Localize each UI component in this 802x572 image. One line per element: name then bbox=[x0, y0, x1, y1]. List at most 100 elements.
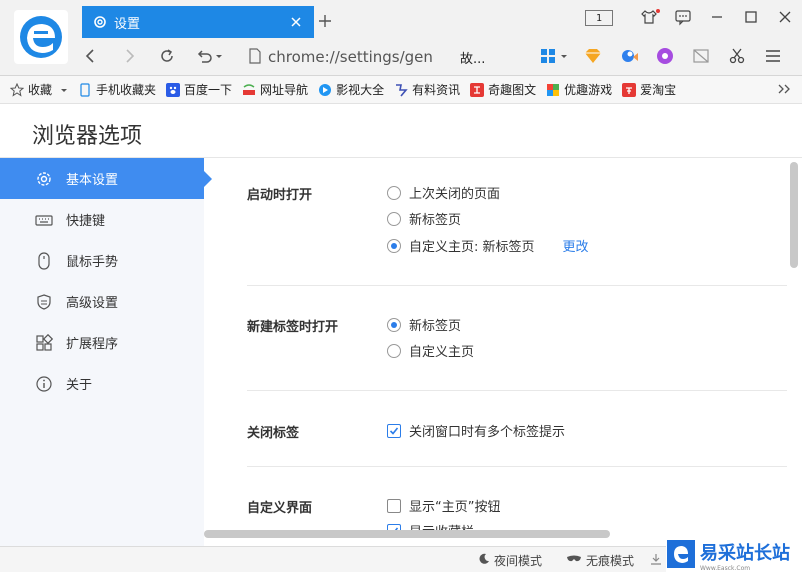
bookmark-item[interactable]: 奇趣图文 bbox=[470, 79, 536, 101]
gear-icon bbox=[92, 14, 108, 30]
star-icon bbox=[10, 82, 24, 97]
extension-button-2[interactable] bbox=[650, 42, 680, 72]
bookmark-item[interactable]: 爱淘宝 bbox=[622, 79, 676, 101]
video-icon bbox=[318, 83, 332, 97]
minimize-icon bbox=[710, 10, 724, 27]
phone-icon bbox=[78, 82, 92, 97]
change-link[interactable]: 更改 bbox=[563, 236, 589, 255]
option-label: 显示“主页”按钮 bbox=[409, 500, 501, 515]
sidebar-item-label: 扩展程序 bbox=[66, 337, 119, 352]
download-icon bbox=[650, 553, 662, 568]
title-bar: 设置 1 chrome://settings/gen 故... bbox=[0, 0, 802, 76]
maximize-button[interactable] bbox=[734, 3, 768, 33]
download-button[interactable] bbox=[650, 551, 662, 569]
bookmark-label: 优趣游戏 bbox=[564, 83, 613, 97]
bookmark-item[interactable]: 影视大全 bbox=[318, 79, 384, 101]
mask-icon bbox=[566, 553, 582, 567]
menu-icon bbox=[764, 48, 782, 67]
tab-settings[interactable]: 设置 bbox=[82, 6, 314, 38]
sidebar-item-label: 快捷键 bbox=[66, 214, 106, 229]
divider bbox=[247, 466, 787, 467]
feedback-button[interactable] bbox=[666, 3, 700, 33]
settings-sidebar: 基本设置 快捷键 鼠标手势 高级设置 扩展程序 关于 bbox=[0, 158, 212, 546]
gear-icon bbox=[34, 169, 54, 189]
notification-dot bbox=[656, 9, 660, 13]
sidebar-item-about[interactable]: 关于 bbox=[0, 363, 204, 404]
radio-button[interactable] bbox=[387, 185, 401, 200]
baidu-icon bbox=[166, 82, 181, 97]
skin-button[interactable] bbox=[632, 3, 666, 33]
checkbox-close-warning[interactable]: 关闭窗口时有多个标签提示 bbox=[387, 421, 565, 440]
checkbox-show-home[interactable]: 显示“主页”按钮 bbox=[387, 496, 500, 515]
divider bbox=[247, 390, 787, 391]
scissors-button[interactable] bbox=[722, 42, 752, 72]
undo-close-button[interactable] bbox=[190, 42, 230, 72]
keyboard-icon bbox=[34, 210, 54, 230]
news-icon bbox=[394, 83, 408, 97]
incognito-button[interactable]: 无痕模式 bbox=[566, 551, 634, 569]
night-mode-button[interactable]: 夜间模式 bbox=[478, 551, 542, 569]
back-button[interactable] bbox=[76, 42, 106, 72]
navigation-bar: chrome://settings/gen 故... bbox=[76, 38, 802, 76]
sidebar-item-basic[interactable]: 基本设置 bbox=[0, 158, 212, 199]
bookmark-label: 影视大全 bbox=[336, 83, 385, 97]
flower-icon bbox=[655, 46, 675, 69]
tab-title: 设置 bbox=[114, 16, 141, 32]
reload-button[interactable] bbox=[152, 42, 182, 72]
sidebar-item-advanced[interactable]: 高级设置 bbox=[0, 281, 204, 322]
info-icon bbox=[34, 374, 54, 394]
section-title: 启动时打开 bbox=[247, 188, 313, 203]
bookmark-item[interactable]: 手机收藏夹 bbox=[78, 79, 156, 101]
bookmark-item[interactable]: 百度一下 bbox=[166, 79, 232, 101]
watermark-text: 易采站长站 bbox=[700, 542, 790, 564]
screenshot-button[interactable] bbox=[686, 42, 716, 72]
radio-newtab-blank[interactable]: 新标签页 bbox=[387, 315, 461, 334]
checkbox[interactable] bbox=[387, 498, 401, 513]
close-window-button[interactable] bbox=[768, 3, 802, 33]
address-bar[interactable]: chrome://settings/gen 故... bbox=[248, 42, 528, 72]
radio-button-selected[interactable] bbox=[387, 238, 401, 253]
extension-button-1[interactable] bbox=[614, 42, 644, 72]
apps-button[interactable] bbox=[536, 42, 572, 72]
window-controls: 1 bbox=[576, 0, 802, 36]
game-icon bbox=[546, 83, 560, 97]
sidebar-item-mouse-gestures[interactable]: 鼠标手势 bbox=[0, 240, 204, 281]
chat-icon bbox=[674, 8, 692, 29]
night-mode-label: 夜间模式 bbox=[494, 553, 543, 568]
tab-count: 1 bbox=[585, 10, 613, 26]
minimize-button[interactable] bbox=[700, 3, 734, 33]
forward-button[interactable] bbox=[114, 42, 144, 72]
gem-button[interactable] bbox=[578, 42, 608, 72]
section-title: 关闭标签 bbox=[247, 426, 300, 441]
horizontal-scrollbar[interactable] bbox=[204, 530, 610, 538]
checkbox-checked[interactable] bbox=[387, 423, 401, 438]
sidebar-item-extensions[interactable]: 扩展程序 bbox=[0, 322, 204, 363]
option-label: 新标签页 bbox=[409, 319, 462, 334]
settings-content: 启动时打开 上次关闭的页面 新标签页 自定义主页: 新标签页 更改 新建标签时打… bbox=[204, 158, 802, 546]
bookmark-favorites[interactable]: 收藏 bbox=[10, 79, 68, 101]
tab-count-button[interactable]: 1 bbox=[576, 3, 622, 33]
radio-startup-newtab[interactable]: 新标签页 bbox=[387, 209, 461, 228]
radio-newtab-homepage[interactable]: 自定义主页 bbox=[387, 341, 474, 360]
menu-button[interactable] bbox=[758, 42, 788, 72]
bookmark-item[interactable]: 网址导航 bbox=[242, 79, 308, 101]
watermark-badge bbox=[666, 539, 696, 572]
radio-startup-custom[interactable]: 自定义主页: 新标签页 更改 bbox=[387, 236, 589, 255]
bookmark-label: 手机收藏夹 bbox=[96, 83, 157, 97]
option-label: 自定义主页: 新标签页 bbox=[409, 240, 535, 255]
radio-button[interactable] bbox=[387, 211, 401, 226]
vertical-scrollbar[interactable] bbox=[790, 162, 798, 268]
radio-startup-last[interactable]: 上次关闭的页面 bbox=[387, 183, 500, 202]
address-suggestion[interactable]: 故... bbox=[460, 48, 485, 67]
bookmark-item[interactable]: 有料资讯 bbox=[394, 79, 460, 101]
close-tab-icon[interactable] bbox=[288, 14, 304, 30]
bookmark-item[interactable]: 优趣游戏 bbox=[546, 79, 612, 101]
diamond-icon bbox=[583, 47, 603, 68]
bookmarks-more-button[interactable] bbox=[776, 80, 792, 98]
url-text[interactable]: chrome://settings/gen bbox=[268, 48, 448, 66]
bookmark-label: 网址导航 bbox=[260, 83, 309, 97]
new-tab-button[interactable] bbox=[316, 12, 334, 30]
radio-button[interactable] bbox=[387, 343, 401, 358]
radio-button-selected[interactable] bbox=[387, 317, 401, 332]
sidebar-item-shortcuts[interactable]: 快捷键 bbox=[0, 199, 204, 240]
